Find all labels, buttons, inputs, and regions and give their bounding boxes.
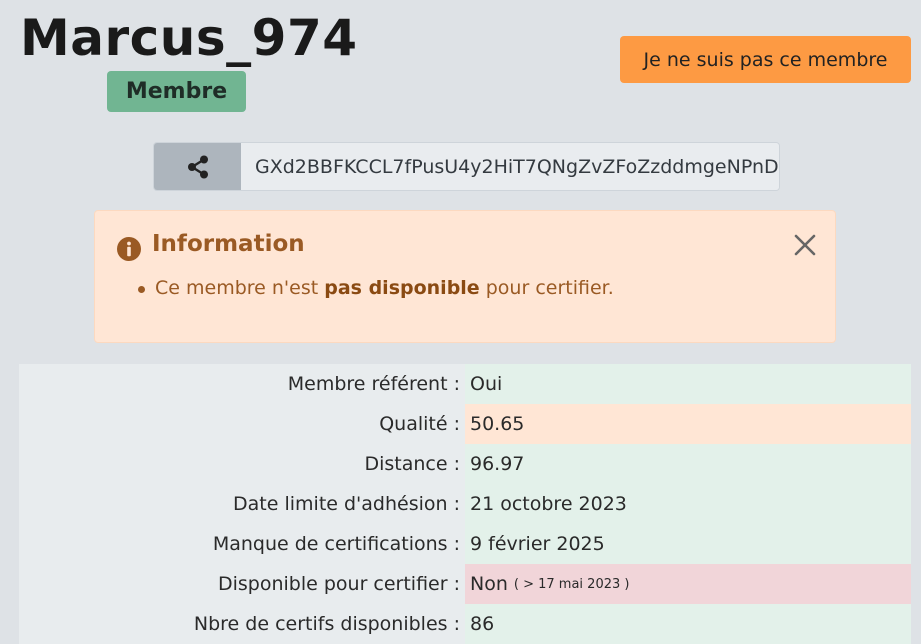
detail-row-distance: Distance : 96.97	[19, 444, 911, 484]
detail-value: 9 février 2025	[465, 524, 911, 564]
detail-row-referent: Membre référent : Oui	[19, 364, 911, 404]
detail-value: Oui	[465, 364, 911, 404]
alert-text-before: Ce membre n'est	[155, 277, 325, 299]
share-button[interactable]	[154, 143, 241, 190]
public-key-group: GXd2BBFKCCL7fPusU4y2HiT7QNgZvZFoZzddmgeN…	[153, 142, 780, 191]
detail-label: Qualité :	[379, 413, 460, 435]
status-badge: Membre	[107, 71, 246, 112]
detail-value-text: 21 octobre 2023	[470, 493, 627, 515]
not-this-member-button[interactable]: Je ne suis pas ce membre	[620, 36, 911, 83]
detail-value-text: Oui	[470, 373, 503, 395]
detail-row-quality: Qualité : 50.65	[19, 404, 911, 444]
detail-row-available-to-certify: Disponible pour certifier : Non ( > 17 ma…	[19, 564, 911, 604]
detail-value: 50.65	[465, 404, 911, 444]
detail-value-text: 86	[470, 613, 495, 635]
detail-row-missing-certifications: Manque de certifications : 9 février 202…	[19, 524, 911, 564]
detail-label: Membre référent :	[287, 373, 460, 395]
detail-value: 86	[465, 604, 911, 644]
alert-title: Information	[152, 231, 305, 257]
info-circle-icon	[117, 237, 141, 261]
detail-row-membership-deadline: Date limite d'adhésion : 21 octobre 2023	[19, 484, 911, 524]
detail-value-note: ( > 17 mai 2023 )	[513, 576, 630, 592]
detail-value-text: Non	[470, 573, 508, 595]
member-username: Marcus_974	[20, 9, 358, 67]
alert-message: Ce membre n'est pas disponible pour cert…	[138, 277, 614, 299]
member-details-table: Membre référent : Oui Qualité : 50.65 Di…	[19, 364, 911, 644]
detail-value: 96.97	[465, 444, 911, 484]
detail-value: Non ( > 17 mai 2023 )	[465, 564, 911, 604]
detail-label: Nbre de certifs disponibles :	[193, 613, 460, 635]
info-alert: Information Ce membre n'est pas disponib…	[94, 210, 836, 343]
detail-label: Disponible pour certifier :	[217, 573, 460, 595]
detail-row-available-certs-count: Nbre de certifs disponibles : 86	[19, 604, 911, 644]
detail-value: 21 octobre 2023	[465, 484, 911, 524]
alert-text-after: pour certifier.	[479, 277, 614, 299]
share-icon	[187, 155, 208, 178]
public-key-field[interactable]: GXd2BBFKCCL7fPusU4y2HiT7QNgZvZFoZzddmgeN…	[241, 143, 779, 190]
close-icon[interactable]	[793, 233, 817, 257]
detail-value-text: 50.65	[470, 413, 525, 435]
detail-value-text: 9 février 2025	[470, 533, 605, 555]
detail-label: Manque de certifications :	[212, 533, 460, 555]
detail-value-text: 96.97	[470, 453, 525, 475]
detail-label: Distance :	[364, 453, 460, 475]
detail-label: Date limite d'adhésion :	[233, 493, 460, 515]
alert-text-bold: pas disponible	[324, 277, 480, 299]
